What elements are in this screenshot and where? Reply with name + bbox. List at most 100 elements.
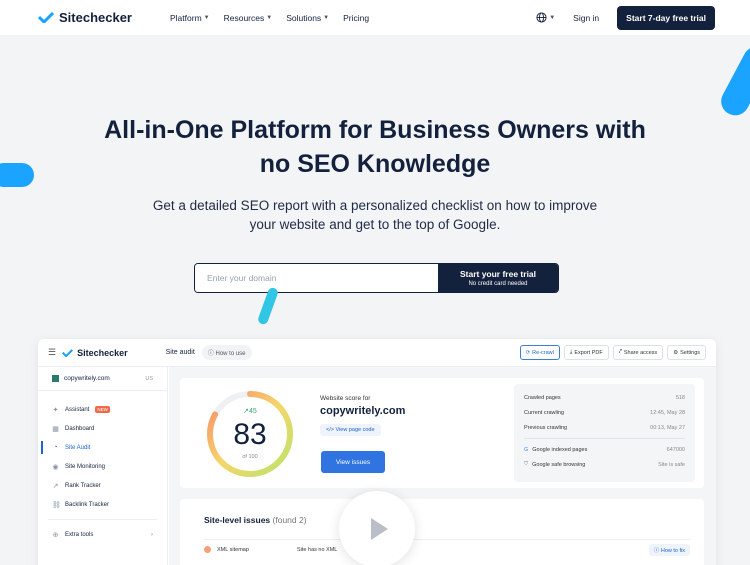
globe-icon	[536, 12, 547, 23]
stat-value: 518	[675, 394, 685, 401]
shield-icon: ⛉	[524, 461, 529, 467]
stat-row: Crawled pages 518	[524, 390, 685, 405]
sidebar: copywritely.com US ✦ Assistant NEW ▦ Dashbo…	[38, 367, 168, 565]
brand-logo[interactable]: Sitechecker	[38, 10, 132, 25]
table-row[interactable]: XML sitemap Site has no XML ⓘ How to fix	[204, 539, 690, 556]
sign-in-link[interactable]: Sign in	[573, 13, 599, 23]
recrawl-label: Re-crawl	[532, 349, 554, 356]
sidebar-item-site-monitoring[interactable]: ◉ Site Monitoring	[38, 457, 167, 476]
free-trial-button[interactable]: Start your free trial No credit card nee…	[438, 264, 558, 292]
score-card: ↗45 83 of 100 Website score for copywrit…	[180, 378, 704, 488]
export-pdf-button[interactable]: ⤓ Export PDF	[563, 345, 609, 360]
google-icon: G	[524, 446, 529, 453]
audit-icon: ◔	[53, 444, 58, 451]
sidebar-item-backlink-tracker[interactable]: ⛓ Backlink Tracker	[38, 495, 167, 514]
chevron-down-icon: ▼	[266, 14, 273, 21]
hero-title-line1: All-in-One Platform for Business Owners …	[104, 116, 646, 144]
start-trial-button[interactable]: Start 7-day free trial	[617, 5, 715, 30]
stat-label: Google indexed pages	[532, 446, 588, 453]
view-page-code-button[interactable]: </> View page code	[320, 424, 381, 436]
menu-platform[interactable]: Platform ▼	[170, 13, 210, 23]
new-badge: NEW	[95, 406, 110, 413]
sidebar-item-label: Extra tools	[65, 531, 94, 538]
menu-solutions[interactable]: Solutions ▼	[286, 13, 329, 23]
toolbar: ⟳ Re-crawl ⤓ Export PDF ⤤ Share access ⚙ Set…	[519, 345, 706, 360]
score-label: Website score for	[320, 395, 371, 402]
sidebar-item-assistant[interactable]: ✦ Assistant NEW	[38, 400, 167, 419]
page-title: Site audit	[165, 349, 195, 356]
sidebar-item-label: Rank Tracker	[65, 482, 101, 489]
sidebar-item-extra-tools[interactable]: ⊕ Extra tools ›	[38, 525, 167, 544]
chevron-down-icon: ▼	[549, 14, 556, 21]
play-icon	[371, 518, 388, 540]
domain-form: Start your free trial No credit card nee…	[194, 263, 559, 293]
code-icon: </>	[326, 427, 334, 433]
main-menu: Platform ▼ Resources ▼ Solutions ▼ Pricing	[170, 13, 369, 23]
menu-platform-label: Platform	[170, 12, 202, 23]
stat-label: Previous crawling	[524, 424, 568, 431]
sidebar-item-label: Assistant	[65, 406, 90, 413]
issue-description: Site has no XML	[297, 546, 338, 553]
issues-count: (found 2)	[272, 515, 307, 525]
sidebar-item-label: Dashboard	[65, 425, 95, 432]
sidebar-item-label: Site Audit	[65, 444, 91, 451]
main-content: ↗45 83 of 100 Website score for copywrit…	[169, 367, 716, 565]
stat-row: G Google indexed pages 647000	[524, 442, 685, 457]
stat-value: 12:45, May 28	[650, 409, 685, 416]
breadcrumb: Site audit ⓘ How to use	[166, 345, 252, 360]
checkmark-logo-icon	[38, 12, 54, 23]
sidebar-item-site-audit[interactable]: ◔ Site Audit	[38, 438, 167, 457]
menu-resources-label: Resources	[223, 12, 265, 23]
hero-subtitle-line1: Get a detailed SEO report with a persona…	[152, 198, 598, 213]
view-issues-button[interactable]: View issues	[321, 451, 385, 473]
how-to-fix-label: How to fix	[660, 547, 685, 554]
decor-blob-right	[716, 41, 750, 121]
refresh-icon: ⟳	[525, 349, 531, 356]
hero-title: All-in-One Platform for Business Owners …	[0, 113, 750, 181]
dashboard-icon: ▦	[52, 425, 59, 433]
recrawl-button[interactable]: ⟳ Re-crawl	[519, 345, 560, 360]
hero-title-line2: no SEO Knowledge	[259, 150, 491, 178]
project-name: copywritely.com	[64, 375, 110, 382]
stat-label: Current crawling	[524, 409, 565, 416]
stat-value: 00:13, May 27	[650, 424, 685, 431]
how-to-use-button[interactable]: ⓘ How to use	[201, 345, 252, 360]
chevron-right-icon: ›	[151, 531, 153, 538]
how-to-fix-button[interactable]: ⓘ How to fix	[648, 543, 690, 556]
monitoring-icon: ◉	[52, 463, 59, 471]
project-selector[interactable]: copywritely.com US	[38, 367, 167, 391]
menu-icon[interactable]: ☰	[48, 347, 56, 358]
cta-note: No credit card needed	[468, 281, 528, 287]
plus-icon: ⊕	[52, 531, 59, 539]
score-max: of 100	[242, 454, 257, 460]
play-video-button[interactable]	[339, 491, 415, 565]
language-selector[interactable]: ▼	[536, 12, 555, 23]
domain-input[interactable]	[195, 264, 438, 292]
menu-pricing-label: Pricing	[343, 12, 370, 23]
share-access-button[interactable]: ⤤ Share access	[612, 345, 664, 360]
menu-resources[interactable]: Resources ▼	[224, 13, 273, 23]
info-icon: ⓘ	[653, 547, 660, 554]
score-domain: copywritely.com	[320, 405, 406, 417]
chevron-down-icon: ▼	[323, 14, 330, 21]
project-region: US	[145, 375, 153, 382]
settings-button[interactable]: ⚙ Settings	[667, 345, 706, 360]
sidebar-item-dashboard[interactable]: ▦ Dashboard	[38, 419, 167, 438]
gear-icon: ⚙	[673, 349, 679, 356]
stat-value: 647000	[666, 446, 685, 453]
sidebar-item-rank-tracker[interactable]: ↗ Rank Tracker	[38, 476, 167, 495]
score-delta: ↗45	[243, 408, 257, 415]
crawl-stats: Crawled pages 518 Current crawling 12:45, …	[514, 384, 695, 482]
app-brand-name: Sitechecker	[77, 347, 128, 358]
export-label: Export PDF	[574, 349, 603, 356]
menu-pricing[interactable]: Pricing	[343, 13, 369, 23]
issue-name: XML sitemap	[217, 546, 249, 553]
share-label: Share access	[623, 349, 658, 356]
settings-label: Settings	[680, 349, 700, 356]
score-info: Website score for copywritely.com </> Vi…	[320, 395, 405, 436]
site-favicon-icon	[52, 375, 59, 382]
menu-solutions-label: Solutions	[286, 12, 322, 23]
sidebar-item-label: Backlink Tracker	[65, 501, 110, 508]
nav-right: ▼ Sign in Start 7-day free trial	[536, 5, 715, 30]
stat-label: Google safe browsing	[532, 461, 586, 468]
